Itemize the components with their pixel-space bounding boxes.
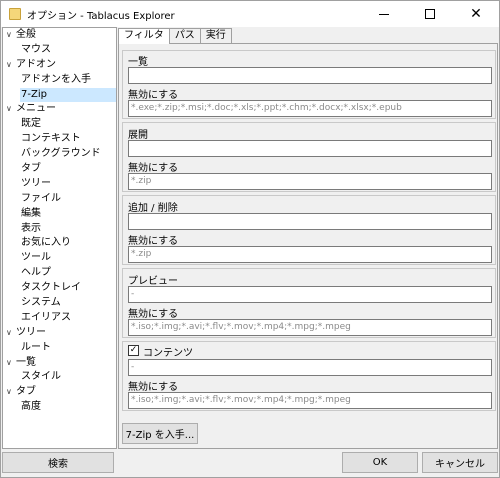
disable-label: 無効にする: [128, 236, 179, 247]
disable-label: 無効にする: [128, 163, 179, 174]
preview-disable-input[interactable]: *.iso;*.img;*.avi;*.flv;*.mov;*.mp4;*.mp…: [128, 319, 492, 336]
settings-panel: フィルタ パス 実行 一覧 無効にする *.exe;*.zip;*.msi;*.…: [117, 27, 500, 449]
list-filter-input[interactable]: [128, 67, 492, 84]
tree-item-view[interactable]: 表示: [3, 222, 116, 237]
tree-item-mouse[interactable]: マウス: [3, 43, 116, 58]
tree-item-file[interactable]: ファイル: [3, 192, 116, 207]
window-title: オプション - Tablacus Explorer: [27, 10, 175, 22]
tree-item-favorites[interactable]: お気に入り: [3, 236, 116, 251]
window-controls: ✕: [361, 1, 499, 27]
list-disable-input[interactable]: *.exe;*.zip;*.msi;*.doc;*.xls;*.ppt;*.ch…: [128, 100, 492, 117]
tree-item-context[interactable]: コンテキスト: [3, 132, 116, 147]
tree-item-root[interactable]: ルート: [3, 341, 116, 356]
group-title: プレビュー: [128, 276, 178, 287]
tree-item-get-addons[interactable]: アドオンを入手: [3, 73, 116, 88]
options-window: オプション - Tablacus Explorer ✕ ∨ 全般 マウス ∨ アドオ…: [0, 0, 500, 478]
tree-item-advanced[interactable]: 高度: [3, 400, 116, 415]
get-7zip-button[interactable]: 7-Zip を入手...: [122, 423, 198, 444]
cancel-button[interactable]: キャンセル: [422, 452, 498, 473]
extract-filter-input[interactable]: [128, 140, 492, 157]
tree-item-general[interactable]: ∨ 全般: [3, 28, 116, 43]
options-tree[interactable]: ∨ 全般 マウス ∨ アドオン アドオンを入手 7-Zip ∨ メニュー 既定 コンテ…: [2, 27, 117, 449]
group-contents: ✓ コンテンツ - 無効にする *.iso;*.img;*.avi;*.flv;…: [122, 341, 496, 411]
extract-disable-input[interactable]: *.zip: [128, 173, 492, 190]
search-button[interactable]: 検索: [2, 452, 114, 473]
add-delete-filter-input[interactable]: [128, 213, 492, 230]
group-extract: 展開 無効にする *.zip: [122, 122, 496, 192]
contents-checkbox-label: コンテンツ: [143, 348, 193, 359]
tree-item-tabs-menu[interactable]: タブ: [3, 162, 116, 177]
chevron-down-icon[interactable]: ∨: [6, 356, 12, 371]
tab-path[interactable]: パス: [168, 28, 201, 43]
tree-item-alias[interactable]: エイリアス: [3, 311, 116, 326]
group-preview: プレビュー - 無効にする *.iso;*.img;*.avi;*.flv;*.…: [122, 268, 496, 338]
tree-item-default[interactable]: 既定: [3, 117, 116, 132]
contents-filter-input[interactable]: -: [128, 359, 492, 376]
tab-execute[interactable]: 実行: [199, 28, 232, 43]
disable-label: 無効にする: [128, 309, 179, 320]
title-bar: オプション - Tablacus Explorer ✕: [1, 1, 499, 27]
group-title: 一覧: [128, 57, 148, 68]
tree-item-system[interactable]: システム: [3, 296, 116, 311]
chevron-down-icon[interactable]: ∨: [6, 385, 12, 400]
tree-item-tree[interactable]: ∨ ツリー: [3, 326, 116, 341]
group-list: 一覧 無効にする *.exe;*.zip;*.msi;*.doc;*.xls;*…: [122, 50, 496, 119]
disable-label: 無効にする: [128, 90, 179, 101]
tab-bar: フィルタ パス 実行: [118, 28, 232, 44]
tree-item-style[interactable]: スタイル: [3, 370, 116, 385]
group-add-delete: 追加 / 削除 無効にする *.zip: [122, 195, 496, 265]
chevron-down-icon[interactable]: ∨: [6, 326, 12, 341]
contents-checkbox[interactable]: ✓: [128, 345, 139, 356]
tree-item-addons[interactable]: ∨ アドオン: [3, 58, 116, 73]
tree-item-7zip[interactable]: 7-Zip: [3, 87, 116, 103]
add-delete-disable-input[interactable]: *.zip: [128, 246, 492, 263]
checkmark-icon: ✓: [129, 345, 138, 355]
preview-filter-input[interactable]: -: [128, 286, 492, 303]
close-button[interactable]: ✕: [453, 1, 499, 27]
folder-icon: [9, 8, 21, 20]
contents-disable-input[interactable]: *.iso;*.img;*.avi;*.flv;*.mov;*.mp4;*.mp…: [128, 392, 492, 409]
ok-button[interactable]: OK: [342, 452, 418, 473]
tree-item-tasktray[interactable]: タスクトレイ: [3, 281, 116, 296]
tree-item-help[interactable]: ヘルプ: [3, 266, 116, 281]
maximize-icon: [425, 9, 435, 19]
minimize-icon: [379, 13, 389, 15]
disable-label: 無効にする: [128, 382, 179, 393]
tree-item-menu[interactable]: ∨ メニュー: [3, 102, 116, 117]
close-icon: ✕: [470, 6, 482, 22]
group-title: 展開: [128, 130, 148, 141]
tree-item-list[interactable]: ∨ 一覧: [3, 356, 116, 371]
tree-item-tabs[interactable]: ∨ タブ: [3, 385, 116, 400]
chevron-down-icon[interactable]: ∨: [6, 58, 12, 73]
minimize-button[interactable]: [361, 1, 407, 27]
chevron-down-icon[interactable]: ∨: [6, 102, 12, 117]
tab-content-filter: 一覧 無効にする *.exe;*.zip;*.msi;*.doc;*.xls;*…: [118, 43, 498, 449]
tab-filter[interactable]: フィルタ: [118, 28, 170, 44]
maximize-button[interactable]: [407, 1, 453, 27]
tree-item-tools[interactable]: ツール: [3, 251, 116, 266]
tree-item-background[interactable]: バックグラウンド: [3, 147, 116, 162]
tree-item-edit[interactable]: 編集: [3, 207, 116, 222]
group-title: 追加 / 削除: [128, 203, 178, 214]
chevron-down-icon[interactable]: ∨: [6, 28, 12, 43]
tree-item-tree-menu[interactable]: ツリー: [3, 177, 116, 192]
